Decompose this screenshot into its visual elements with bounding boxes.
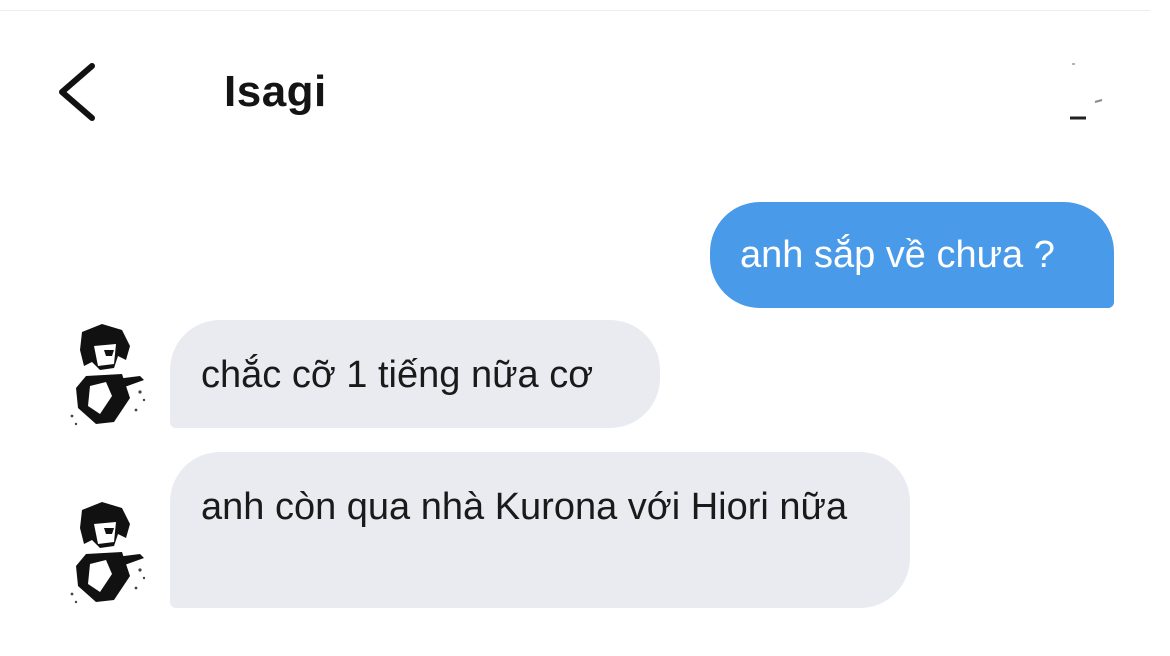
back-button[interactable] xyxy=(52,60,108,124)
contact-avatar[interactable] xyxy=(56,320,156,432)
header-action-icon[interactable] xyxy=(1062,58,1114,128)
chat-header: Isagi xyxy=(0,0,1170,170)
contact-name: Isagi xyxy=(224,67,327,116)
message-bubble-incoming[interactable]: anh còn qua nhà Kurona với Hiori nữa xyxy=(170,452,910,608)
chevron-left-icon xyxy=(59,63,95,121)
message-bubble-outgoing[interactable]: anh sắp về chưa ? xyxy=(710,202,1114,308)
contact-avatar[interactable] xyxy=(56,498,156,610)
message-bubble-incoming[interactable]: chắc cỡ 1 tiếng nữa cơ xyxy=(170,320,660,428)
message-text: chắc cỡ 1 tiếng nữa cơ xyxy=(201,354,594,396)
message-text: anh còn qua nhà Kurona với Hiori nữa xyxy=(201,486,848,528)
message-text: anh sắp về chưa ? xyxy=(740,234,1055,276)
